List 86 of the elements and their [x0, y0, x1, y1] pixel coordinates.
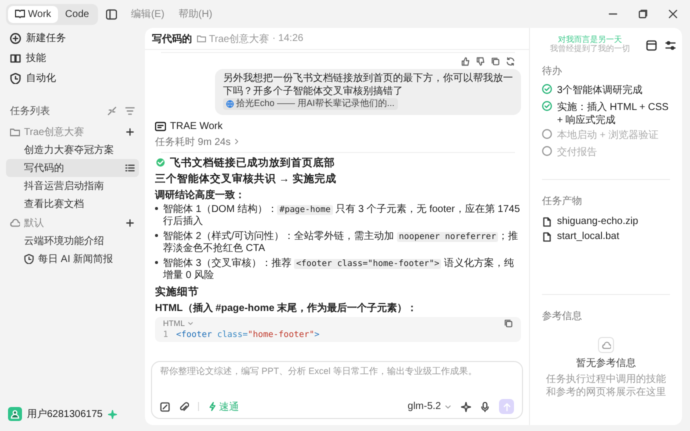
nav-item[interactable]: 自动化	[6, 68, 139, 88]
message-input[interactable]: 帮你整理论文综述，编写 PPT、分析 Excel 等日常工作，输出专业级工作成果。	[160, 366, 514, 376]
settings-icon[interactable]	[665, 40, 676, 50]
nav-item[interactable]: 技能	[6, 48, 139, 68]
copy-icon[interactable]	[504, 318, 513, 328]
empty-hint: 任务执行过程中调用的技能和参考的网页将展示在这里	[545, 373, 667, 399]
language-selector[interactable]: HTML	[163, 318, 194, 328]
task-item[interactable]: 查看比赛文档	[6, 195, 139, 213]
panel-icon[interactable]	[646, 40, 657, 50]
bullet-dot	[155, 234, 158, 237]
bullet-text: 智能体 2（样式/可访问性）：全站零外链，需主动加 noopener noreferrer ；推荐淡金色不抢红色 CTA	[163, 230, 520, 256]
collapse-icon[interactable]	[107, 106, 117, 116]
sparkle-icon	[108, 410, 117, 418]
user-name: 用户6281306175	[27, 408, 103, 421]
bullet-text: 智能体 1（DOM 结构）： #page-home 只有 3 个子元素，无 footer，应在第 1745 行后插入	[163, 204, 521, 229]
bullet-dot	[155, 206, 158, 210]
add-icon[interactable]	[125, 126, 135, 136]
refresh-icon[interactable]	[506, 57, 515, 66]
mode-tab[interactable]: Work	[8, 6, 58, 22]
agent-name: TRAE Work	[170, 120, 223, 132]
line-number: 1	[163, 330, 168, 340]
nav-item[interactable]: 新建任务	[6, 28, 139, 48]
chat-title: 写代码的	[152, 32, 192, 46]
thumbs-down-icon[interactable]	[476, 57, 485, 66]
restore-icon[interactable]	[638, 9, 648, 19]
close-icon[interactable]	[668, 9, 678, 19]
chevron-icon	[232, 138, 240, 146]
shield-clock-icon	[10, 72, 21, 84]
folder-icon	[10, 126, 20, 136]
model-selector[interactable]: glm-5.2	[408, 401, 452, 412]
arrow-up-icon	[502, 402, 512, 412]
bullet-text: 智能体 3（交叉审核）：推荐 <footer class="home-footer"> 语义化方案，纯增量 0 风险	[163, 258, 516, 283]
duration-toggle[interactable]: 任务耗时 9m 24s	[155, 134, 521, 149]
section-title: 任务产物	[542, 194, 583, 208]
timestamp: · 14:26	[272, 33, 304, 44]
empty-title: 暂无参考信息	[576, 356, 636, 370]
book-icon	[10, 52, 21, 64]
folder-icon	[197, 34, 206, 43]
new-task-icon	[10, 32, 21, 44]
heading: 实施细节	[155, 284, 200, 299]
code-line: <footer class="home-footer">	[176, 330, 320, 340]
quote-subtext: 我曾经提到了我的一切	[549, 45, 631, 54]
globe-icon	[226, 100, 234, 108]
outline-icon[interactable]	[125, 163, 135, 173]
filter-icon[interactable]	[125, 106, 135, 116]
microphone-icon[interactable]	[480, 402, 490, 412]
copy-icon[interactable]	[491, 57, 500, 66]
mode-tab[interactable]: Code	[58, 6, 96, 22]
file-link[interactable]: start_local.bat	[557, 231, 620, 242]
monitor-icon	[155, 120, 166, 132]
section-title: 待办	[542, 64, 563, 78]
caret-icon	[444, 402, 452, 410]
heading: 飞书文档链接已成功放到首页底部	[170, 156, 335, 170]
book-icon	[15, 9, 25, 19]
task-item[interactable]: 写代码的	[6, 159, 139, 177]
user-message: 另外我想把一份飞书文档链接放到首页的最下方，你可以帮我放一下吗？开多个子智能体交叉审核别搞错了 拾光Echo —— 用AI帮长辈记录他们的...	[215, 69, 521, 115]
bolt-icon	[208, 402, 217, 411]
file-link[interactable]: shiguang-echo.zip	[557, 216, 638, 227]
shield-clock-icon	[24, 254, 34, 264]
cloud-icon	[602, 340, 610, 350]
cloud-icon	[10, 218, 20, 228]
sparkle-icon[interactable]	[461, 402, 471, 412]
todo-item: 交付报告	[557, 146, 597, 159]
section-title: 任务列表	[10, 104, 51, 118]
heading: 三个智能体交叉审核共识 → 实施完成	[155, 172, 338, 186]
section-title: 参考信息	[542, 310, 583, 323]
caret-icon	[186, 320, 194, 327]
bold-text: HTML（插入 #page-home 末尾，作为最后一个子元素）：	[155, 302, 418, 315]
thumbs-up-icon[interactable]	[461, 57, 470, 66]
check-icon	[155, 157, 166, 168]
link-chip[interactable]: 拾光Echo —— 用AI帮长辈记录他们的...	[223, 98, 398, 110]
bold-text: 调研结论高度一致：	[155, 188, 246, 202]
sidebar-toggle-icon[interactable]	[106, 8, 118, 20]
bullet-dot	[155, 260, 158, 264]
quote-text: 对我而言是另一天	[557, 36, 623, 44]
task-item[interactable]: 抖音运营启动指南	[6, 177, 139, 195]
file-icon	[542, 216, 552, 226]
todo-item: 3个智能体调研完成	[557, 84, 643, 97]
paperclip-icon[interactable]	[179, 402, 189, 412]
task-item[interactable]: 每日 AI 新闻简报	[6, 250, 139, 268]
todo-item: 实施：插入 HTML + CSS + 响应式完成	[557, 101, 670, 127]
add-icon[interactable]	[125, 218, 135, 228]
todo-item: 本地启动 + 浏览器验证	[557, 129, 658, 142]
file-icon	[542, 232, 552, 242]
task-item[interactable]: 创造力大赛夺冠方案	[6, 141, 139, 159]
task-item[interactable]: 云端环境功能介绍	[6, 232, 139, 250]
